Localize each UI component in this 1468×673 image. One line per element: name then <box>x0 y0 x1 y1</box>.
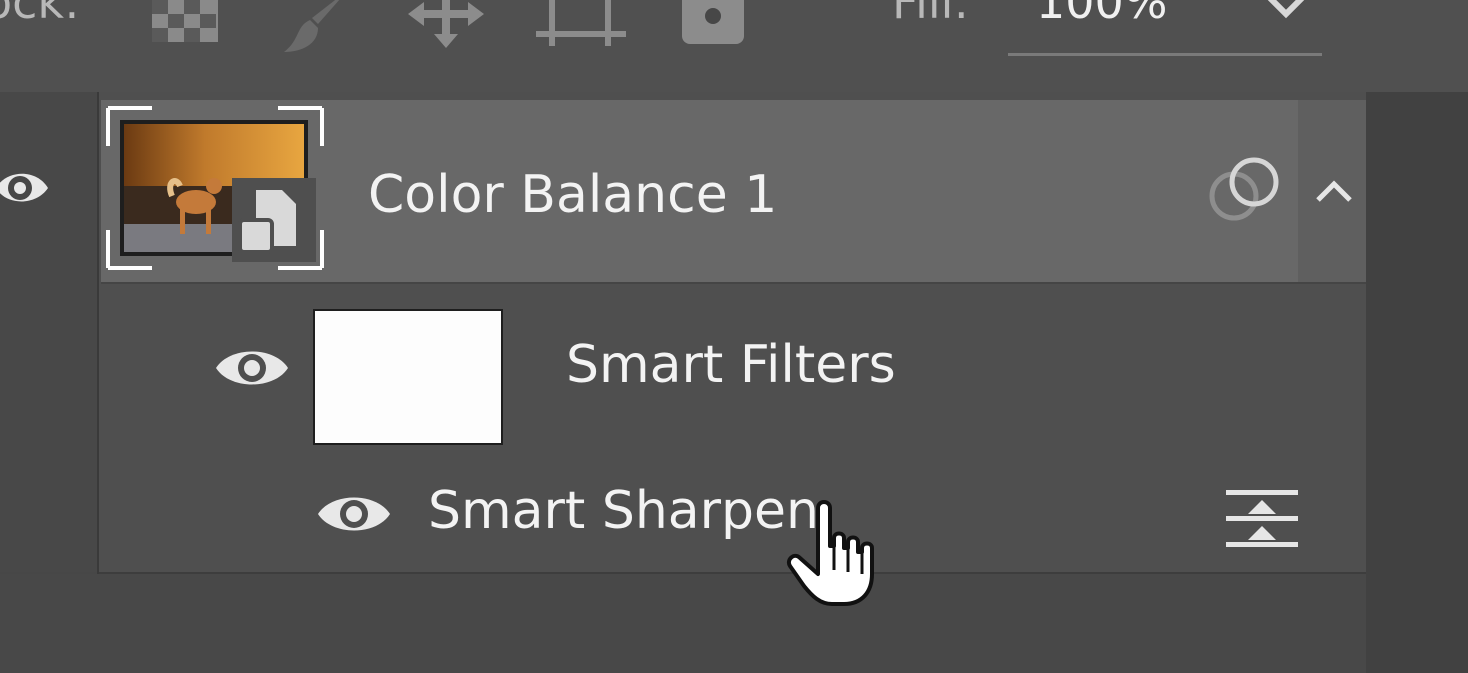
lock-image-pixels-icon[interactable] <box>278 0 358 52</box>
chevron-up-icon[interactable] <box>1312 172 1356 208</box>
filter-blending-options-icon[interactable] <box>1224 488 1302 550</box>
filter-name[interactable]: Smart Sharpen <box>428 476 819 546</box>
smart-filters-label[interactable]: Smart Filters <box>566 330 896 400</box>
chevron-down-icon[interactable] <box>1262 0 1310 26</box>
panel-divider <box>99 572 1366 574</box>
lock-toolbar: ock: <box>0 0 1468 92</box>
lock-artboard-icon[interactable] <box>536 0 626 46</box>
lock-transparent-pixels-icon[interactable] <box>148 0 228 44</box>
panel-scrollbar-area[interactable] <box>1366 92 1468 673</box>
row-divider <box>101 282 1366 284</box>
lock-label: ock: <box>0 0 80 29</box>
lock-all-icon[interactable] <box>678 0 758 44</box>
linked-layer-icon[interactable] <box>1204 154 1284 226</box>
filter-visibility-eye-icon[interactable] <box>314 486 394 546</box>
layer-visibility-eye-icon[interactable] <box>0 160 52 220</box>
fill-label: Fill: <box>892 0 969 29</box>
hand-pointer-cursor-icon <box>784 500 884 610</box>
smart-object-thumbnail[interactable] <box>106 106 324 270</box>
lock-position-icon[interactable] <box>404 0 484 48</box>
fill-input-underline <box>1008 53 1322 56</box>
fill-value-input[interactable]: 100% <box>1036 0 1168 34</box>
layer-name[interactable]: Color Balance 1 <box>368 160 777 230</box>
smart-filter-mask-thumbnail[interactable] <box>313 309 503 445</box>
layers-empty-area <box>0 574 1366 673</box>
smart-filters-visibility-eye-icon[interactable] <box>212 340 292 400</box>
